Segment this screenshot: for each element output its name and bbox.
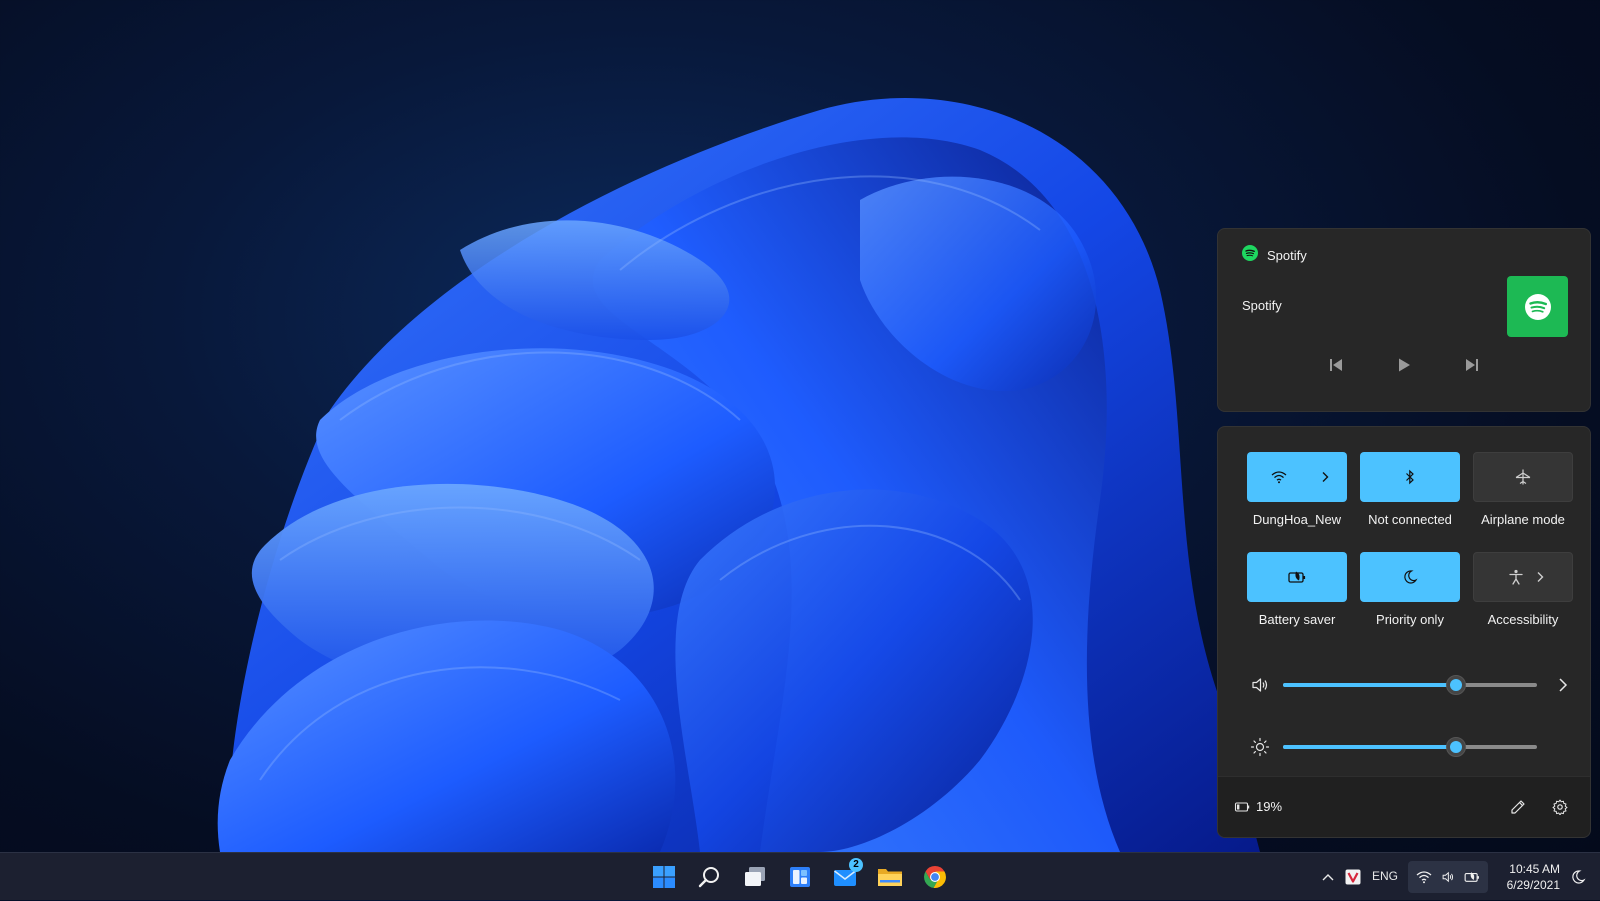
gear-icon xyxy=(1552,799,1568,815)
accessibility-icon xyxy=(1509,569,1523,585)
tile-label: DungHoa_New xyxy=(1252,512,1342,527)
tile-label: Airplane mode xyxy=(1481,512,1565,527)
wifi-toggle[interactable] xyxy=(1247,452,1347,502)
battery-saver-icon xyxy=(1464,872,1479,882)
brightness-slider-fill xyxy=(1283,745,1456,749)
tile-label: Not connected xyxy=(1368,512,1452,527)
pencil-icon xyxy=(1511,800,1525,814)
next-icon xyxy=(1466,359,1478,371)
speaker-icon[interactable] xyxy=(1250,675,1270,695)
quick-settings-panel: DungHoa_New Not connected Airplane mode … xyxy=(1217,426,1591,838)
previous-button[interactable] xyxy=(1322,351,1350,379)
tile-label: Priority only xyxy=(1376,612,1444,627)
media-track-title: Spotify xyxy=(1242,298,1282,313)
language-indicator[interactable]: ENG xyxy=(1372,869,1398,883)
battery-status[interactable]: 19% xyxy=(1234,799,1282,814)
play-icon xyxy=(1399,358,1410,372)
volume-slider[interactable] xyxy=(1283,675,1537,695)
start-button[interactable] xyxy=(648,861,680,893)
volume-slider-thumb[interactable] xyxy=(1445,675,1466,695)
chevron-right-icon[interactable] xyxy=(1321,471,1329,483)
media-app-name: Spotify xyxy=(1267,248,1307,263)
search-icon xyxy=(698,867,719,888)
clock-date: 6/29/2021 xyxy=(1506,878,1560,892)
network-volume-battery-button[interactable] xyxy=(1408,861,1488,893)
tile-battery-saver: Battery saver xyxy=(1247,552,1347,627)
volume-slider-fill xyxy=(1283,683,1456,687)
bluetooth-icon xyxy=(1406,469,1414,485)
clock-time: 10:45 AM xyxy=(1509,862,1560,876)
speaker-icon xyxy=(1442,871,1454,883)
file-explorer-button[interactable] xyxy=(874,861,906,893)
wifi-icon xyxy=(1271,471,1287,484)
media-app-header[interactable]: Spotify xyxy=(1242,245,1307,266)
search-button[interactable] xyxy=(693,861,725,893)
show-hidden-icons-button[interactable] xyxy=(1318,853,1338,901)
moon-icon xyxy=(1572,870,1586,884)
focus-assist-toggle[interactable] xyxy=(1360,552,1460,602)
brightness-icon xyxy=(1250,737,1270,757)
clock[interactable]: 10:45 AM 6/29/2021 xyxy=(1494,861,1560,893)
album-art[interactable] xyxy=(1507,276,1568,337)
mail-badge: 2 xyxy=(849,858,863,872)
tile-airplane-mode: Airplane mode xyxy=(1473,452,1573,527)
chrome-icon xyxy=(924,866,946,888)
moon-icon xyxy=(1404,570,1418,584)
mail-button[interactable]: 2 xyxy=(829,858,863,893)
widgets-icon xyxy=(790,867,810,887)
vivaldi-icon xyxy=(1345,869,1361,885)
play-button[interactable] xyxy=(1390,351,1418,379)
battery-icon xyxy=(1234,801,1250,812)
airplane-icon xyxy=(1515,469,1531,485)
spotify-icon xyxy=(1242,245,1258,266)
tile-label: Accessibility xyxy=(1487,612,1559,627)
quick-settings-footer: 19% xyxy=(1218,776,1590,837)
focus-assist-tray-button[interactable] xyxy=(1566,853,1590,901)
tile-accessibility: Accessibility xyxy=(1473,552,1573,627)
spotify-logo-icon xyxy=(1524,293,1551,320)
chevron-up-icon xyxy=(1322,874,1334,881)
battery-saver-toggle[interactable] xyxy=(1247,552,1347,602)
vivaldi-tray-button[interactable] xyxy=(1343,853,1363,901)
media-flyout: Spotify Spotify xyxy=(1217,228,1591,412)
tile-focus-assist: Priority only xyxy=(1360,552,1460,627)
task-view-button[interactable] xyxy=(739,861,771,893)
taskbar: 2 ENG 10:45 AM 6/29/2021 xyxy=(0,852,1600,900)
chrome-button[interactable] xyxy=(919,861,951,893)
previous-icon xyxy=(1330,359,1342,371)
battery-percentage: 19% xyxy=(1256,799,1283,814)
settings-button[interactable] xyxy=(1546,793,1574,821)
wifi-icon xyxy=(1416,871,1432,884)
brightness-slider[interactable] xyxy=(1283,737,1537,757)
airplane-mode-toggle[interactable] xyxy=(1473,452,1573,502)
battery-saver-icon xyxy=(1288,571,1306,583)
next-button[interactable] xyxy=(1458,351,1486,379)
bluetooth-toggle[interactable] xyxy=(1360,452,1460,502)
tile-wifi: DungHoa_New xyxy=(1247,452,1347,527)
start-icon xyxy=(653,866,675,888)
volume-slider-row xyxy=(1218,673,1590,697)
tile-bluetooth: Not connected xyxy=(1360,452,1460,527)
brightness-slider-row xyxy=(1218,735,1590,759)
chevron-right-icon[interactable] xyxy=(1536,571,1544,583)
brightness-slider-thumb[interactable] xyxy=(1445,737,1466,757)
chevron-right-icon[interactable] xyxy=(1553,675,1573,695)
media-controls xyxy=(1218,351,1590,379)
accessibility-toggle[interactable] xyxy=(1473,552,1573,602)
tile-label: Battery saver xyxy=(1258,612,1336,627)
widgets-button[interactable] xyxy=(784,861,816,893)
edit-quick-settings-button[interactable] xyxy=(1504,793,1532,821)
task-view-icon xyxy=(745,867,765,886)
file-explorer-icon xyxy=(878,869,902,886)
